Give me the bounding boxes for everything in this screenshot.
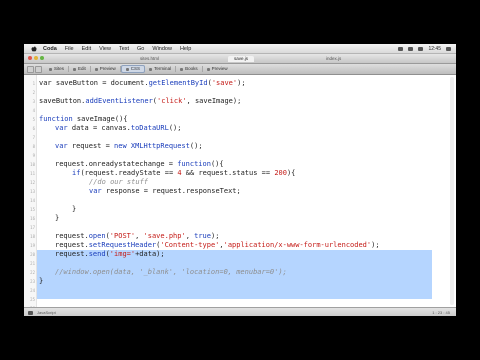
toolbar-terminal-label: Terminal (154, 66, 172, 71)
menu-extras: 12:45 (398, 46, 451, 52)
minimize-window-icon[interactable] (34, 56, 38, 60)
code-line-22: //window.open(data, '_blank', 'location=… (55, 268, 287, 276)
close-window-icon[interactable] (28, 56, 32, 60)
line-number: 20 (30, 252, 35, 257)
books-icon (180, 67, 184, 71)
line-number: 23 (30, 279, 35, 284)
menu-text[interactable]: Text (119, 46, 129, 52)
line-number: 4 (32, 108, 35, 113)
code-line-12: //do our stuff (89, 178, 149, 186)
line-number: 17 (30, 225, 35, 230)
line-number: 10 (30, 162, 35, 167)
code-line-15: } (72, 205, 77, 213)
line-number: 6 (32, 126, 35, 131)
status-icon[interactable] (398, 46, 404, 51)
menu-window[interactable]: Window (152, 46, 172, 52)
line-number: 13 (30, 189, 35, 194)
preview2-icon (206, 67, 210, 71)
toolbar-books-button[interactable]: Books (176, 66, 203, 72)
line-number: 9 (32, 153, 35, 158)
toolbar-preview2-label: Preview (211, 66, 228, 71)
menu-view[interactable]: View (99, 46, 111, 52)
line-number: 1 (32, 81, 35, 86)
code-line-8: var request = new XMLHttpRequest(); (55, 142, 203, 150)
toolbar-css-button[interactable]: CSS (120, 65, 146, 73)
battery-icon[interactable] (418, 46, 424, 51)
edit-icon (73, 67, 77, 71)
line-number: 21 (30, 261, 35, 266)
line-number: 3 (32, 99, 35, 104)
line-number-gutter: 1 2 3 4 5 6 7 8 9 10 11 12 13 14 15 16 17 18 19 20 21 22 23 24 2… (24, 75, 37, 311)
syntax-mode-label[interactable]: JavaScript (37, 310, 56, 315)
menu-help[interactable]: Help (180, 46, 191, 52)
window-controls (28, 56, 44, 60)
terminal-icon (149, 67, 153, 71)
code-line-13: var response = request.responseText; (89, 187, 241, 195)
window-tab-bar: sites.html save.js index.js (24, 54, 456, 64)
line-number: 24 (30, 288, 35, 293)
settings-icon[interactable] (28, 310, 33, 315)
zoom-window-icon[interactable] (40, 56, 44, 60)
line-number: 15 (30, 207, 35, 212)
apple-menu-icon[interactable] (30, 45, 37, 52)
wifi-icon[interactable] (408, 46, 414, 51)
line-number: 5 (32, 117, 35, 122)
toolbar-preview-button[interactable]: Preview (91, 66, 121, 72)
menu-go[interactable]: Go (137, 46, 144, 52)
menu-edit[interactable]: Edit (82, 46, 91, 52)
code-editor[interactable]: 1 2 3 4 5 6 7 8 9 10 11 12 13 14 15 16 17 18 19 20 21 22 23 24 2… (24, 75, 456, 311)
toolbar-css-label: CSS (130, 66, 141, 71)
line-number: 8 (32, 144, 35, 149)
code-line-16: } (55, 214, 60, 222)
line-number: 18 (30, 234, 35, 239)
code-line-11: if(request.readyState == 4 && request.st… (72, 169, 296, 177)
line-number: 22 (30, 270, 35, 275)
screen: Coda File Edit View Text Go Window Help … (24, 44, 456, 316)
code-line-3: saveButton.addEventListener('click', sav… (39, 97, 242, 105)
cursor-position: 1 : 23 : 45 (432, 310, 450, 315)
menu-app-name[interactable]: Coda (43, 46, 57, 52)
line-number: 14 (30, 198, 35, 203)
code-line-19: request.setRequestHeader('Content-type',… (55, 241, 380, 249)
line-number: 25 (30, 297, 35, 302)
status-bar: JavaScript 1 : 23 : 45 (24, 307, 456, 316)
code-line-23: } (39, 277, 44, 285)
forward-icon[interactable] (35, 65, 42, 73)
toolbar-terminal-button[interactable]: Terminal (145, 66, 177, 72)
toolbar-preview2-button[interactable]: Preview (203, 66, 232, 72)
code-line-20: request.send('img='+data); (55, 250, 165, 258)
line-number: 16 (30, 216, 35, 221)
line-number: 7 (32, 135, 35, 140)
toolbar-sites-label: Sites (54, 66, 65, 71)
menu-clock[interactable]: 12:45 (428, 46, 441, 52)
code-line-10: request.onreadystatechange = function(){ (55, 160, 224, 168)
toolbar-edit-label: Edit (78, 66, 86, 71)
tab-save-js[interactable]: save.js (228, 56, 255, 62)
code-line-18: request.open('POST', 'save.php', true); (55, 232, 220, 240)
vertical-scrollbar[interactable] (450, 77, 454, 305)
toolbar: Sites Edit Preview CSS Terminal Books Pr… (24, 64, 456, 75)
tab-sites[interactable]: sites.html (134, 56, 165, 62)
toolbar-sites-button[interactable]: Sites (45, 66, 70, 72)
menu-bar: Coda File Edit View Text Go Window Help … (24, 44, 456, 54)
menu-file[interactable]: File (65, 46, 74, 52)
status-left: JavaScript (28, 310, 56, 315)
preview-icon (94, 67, 98, 71)
line-number: 12 (30, 180, 35, 185)
line-number: 2 (32, 90, 35, 95)
search-icon[interactable] (446, 46, 451, 51)
toolbar-nav (24, 65, 45, 73)
css-icon (125, 67, 129, 71)
back-icon[interactable] (27, 65, 34, 73)
tab-index[interactable]: index.js (320, 56, 347, 62)
toolbar-books-label: Books (185, 66, 198, 71)
line-number: 19 (30, 243, 35, 248)
line-number: 11 (30, 171, 35, 176)
code-line-6: var data = canvas.toDataURL(); (55, 124, 182, 132)
toolbar-edit-button[interactable]: Edit (69, 66, 91, 72)
sites-icon (49, 67, 52, 71)
code-line-5: function saveImage(){ (39, 115, 128, 123)
toolbar-preview-label: Preview (99, 66, 116, 71)
code-line-1: var saveButton = document.getElementById… (39, 79, 246, 87)
